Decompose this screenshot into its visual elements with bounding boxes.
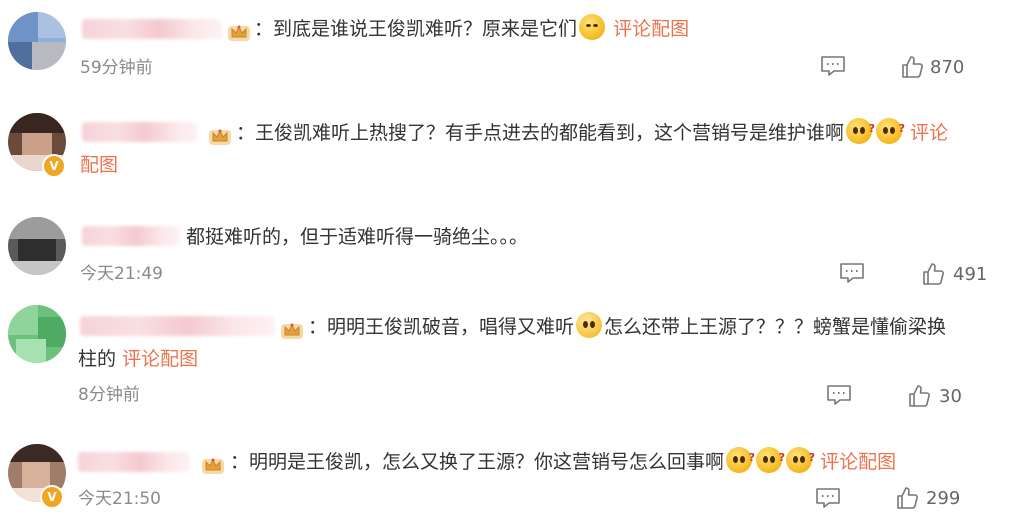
comment-icon[interactable]	[815, 487, 841, 509]
comment-image-link-cont[interactable]: 配图	[80, 148, 118, 182]
username-blurred[interactable]	[78, 452, 190, 472]
confused-emoji-icon: ?	[786, 447, 815, 473]
comment-image-link[interactable]: 评论配图	[820, 451, 896, 473]
confused-emoji-icon: ?	[726, 447, 755, 473]
comment-time: 今天21:49	[80, 264, 163, 284]
laughing-emoji-icon	[579, 14, 606, 40]
like-count: 491	[953, 264, 988, 285]
verified-badge-icon: V	[42, 154, 66, 178]
comment-text: 都挺难听的，但于适难听得一骑绝尘。。。	[186, 226, 529, 248]
comment-icon[interactable]	[820, 55, 846, 77]
comment-image-link[interactable]: 评论	[910, 122, 948, 144]
crown-icon	[227, 20, 251, 42]
comment-time: 今天21:50	[78, 489, 161, 509]
like-count: 299	[926, 488, 961, 509]
like-count: 870	[930, 57, 965, 78]
verified-badge-icon: V	[40, 485, 64, 509]
crown-icon	[208, 124, 232, 146]
comment-icon[interactable]	[839, 262, 865, 284]
comment-text: ：王俊凯难听上热搜了？有手点进去的都能看到，这个营销号是维护谁啊?? 评论	[236, 116, 948, 150]
avatar[interactable]	[8, 217, 66, 275]
username-blurred[interactable]	[82, 122, 197, 142]
crying-emoji-icon	[576, 312, 603, 338]
crown-icon	[201, 453, 225, 475]
comment-time: 59分钟前	[80, 58, 153, 78]
confused-emoji-icon: ?	[876, 118, 905, 144]
comment-icon[interactable]	[826, 384, 852, 406]
confused-emoji-icon: ?	[756, 447, 785, 473]
username-blurred[interactable]	[82, 226, 180, 246]
username-blurred[interactable]	[80, 316, 275, 336]
avatar[interactable]	[8, 12, 66, 70]
thumbs-up-icon[interactable]	[907, 384, 931, 408]
crown-icon	[280, 318, 304, 340]
comment-image-link[interactable]: 评论配图	[613, 18, 689, 40]
comment-time: 8分钟前	[78, 385, 140, 405]
thumbs-up-icon[interactable]	[921, 262, 945, 286]
username-blurred[interactable]	[82, 19, 222, 39]
comment-text: ：明明王俊凯破音，唱得又难听 怎么还带上王源了？？？螃蟹是懂偷梁换	[308, 310, 946, 344]
comment-text: ：到底是谁说王俊凯难听？原来是它们 评论配图	[254, 12, 689, 46]
avatar[interactable]	[8, 305, 66, 363]
thumbs-up-icon[interactable]	[895, 486, 919, 510]
comment-image-link[interactable]: 评论配图	[122, 348, 198, 370]
comment-text-cont: 柱的 评论配图	[78, 348, 199, 370]
thumbs-up-icon[interactable]	[900, 55, 924, 79]
like-count: 30	[939, 386, 962, 407]
confused-emoji-icon: ?	[846, 118, 875, 144]
comment-text: ：明明是王俊凯，怎么又换了王源？你这营销号怎么回事啊??? 评论配图	[230, 445, 896, 479]
